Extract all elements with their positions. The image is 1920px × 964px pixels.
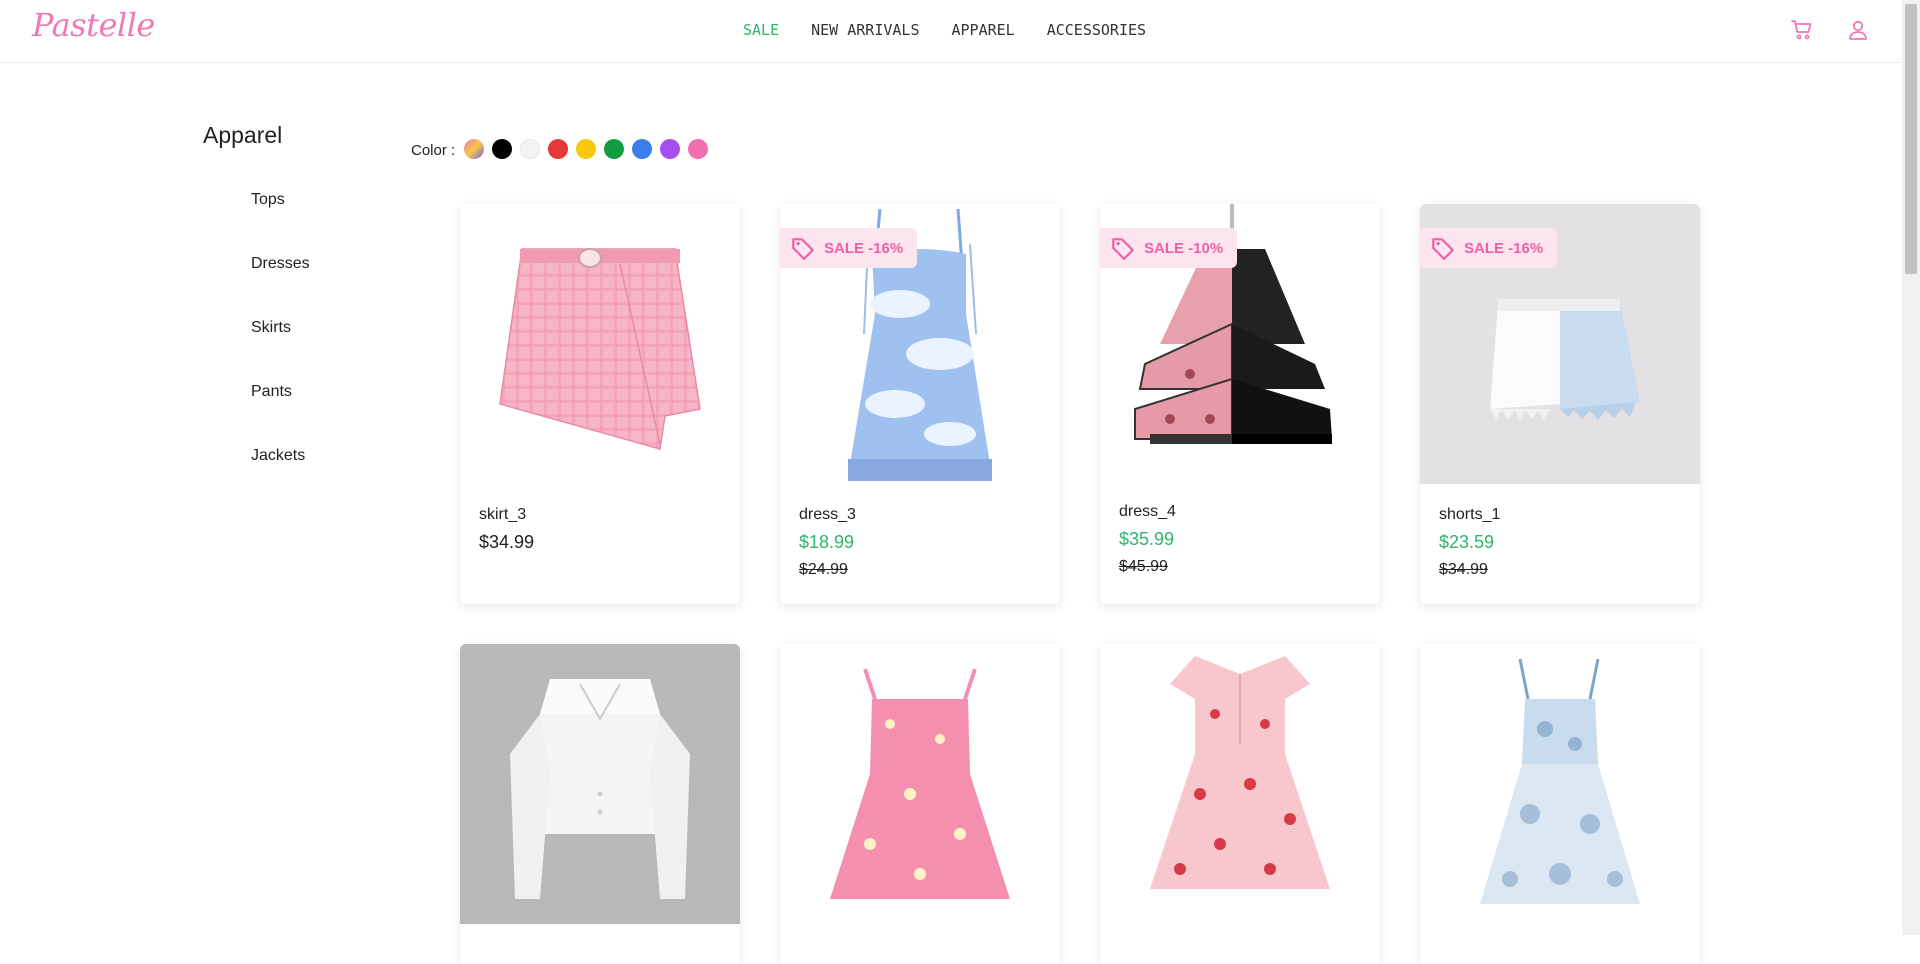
product-card[interactable]: SALE -10% dress_4 $35.99 $45.99 bbox=[1100, 204, 1380, 604]
color-swatch-multicolor[interactable] bbox=[464, 139, 484, 159]
color-swatch-pink[interactable] bbox=[688, 139, 708, 159]
sidebar-item-pants[interactable]: Pants bbox=[251, 383, 292, 401]
sale-badge: SALE -16% bbox=[780, 228, 918, 268]
user-icon[interactable] bbox=[1846, 18, 1870, 42]
sidebar-item-dresses[interactable]: Dresses bbox=[251, 255, 310, 273]
product-name[interactable]: shorts_1 bbox=[1439, 506, 1500, 524]
product-price: $34.99 bbox=[479, 532, 535, 552]
color-swatch-yellow[interactable] bbox=[576, 139, 596, 159]
product-image-blue-toile-dress bbox=[1420, 644, 1700, 924]
sale-badge: SALE -16% bbox=[1420, 228, 1558, 268]
sidebar-title: Apparel bbox=[203, 122, 283, 148]
sidebar-item-tops[interactable]: Tops bbox=[251, 191, 285, 209]
product-sale-price: $18.99 bbox=[799, 532, 855, 552]
tag-icon bbox=[1432, 238, 1454, 260]
product-original-price: $34.99 bbox=[1439, 561, 1488, 578]
scrollbar-thumb[interactable] bbox=[1905, 4, 1917, 274]
sale-badge-text: SALE -10% bbox=[1144, 239, 1224, 257]
product-card[interactable]: SALE -16% dress_3 $18.99 $24.99 bbox=[780, 204, 1060, 604]
product-original-price: $45.99 bbox=[1119, 558, 1168, 575]
sale-badge: SALE -10% bbox=[1100, 228, 1238, 268]
tag-icon bbox=[1112, 238, 1134, 260]
nav-sale[interactable]: SALE bbox=[743, 21, 779, 39]
color-swatch-red[interactable] bbox=[548, 139, 568, 159]
product-card[interactable]: SALE -16% shorts_1 $23.59 $34.99 bbox=[1420, 204, 1700, 604]
color-swatch-black[interactable] bbox=[492, 139, 512, 159]
main-nav: SALE NEW ARRIVALS APPAREL ACCESSORIES bbox=[743, 21, 1146, 39]
cart-icon[interactable] bbox=[1790, 18, 1814, 42]
page-scrollbar[interactable] bbox=[1902, 0, 1920, 935]
product-name[interactable]: skirt_3 bbox=[479, 506, 526, 524]
product-card[interactable]: skirt_3 $34.99 bbox=[460, 204, 740, 604]
nav-new-arrivals[interactable]: NEW ARRIVALS bbox=[811, 21, 919, 39]
product-original-price: $24.99 bbox=[799, 561, 848, 578]
sidebar-item-skirts[interactable]: Skirts bbox=[251, 319, 291, 337]
color-swatch-purple[interactable] bbox=[660, 139, 680, 159]
color-swatch-blue[interactable] bbox=[632, 139, 652, 159]
product-name[interactable]: dress_4 bbox=[1119, 503, 1176, 521]
sale-badge-text: SALE -16% bbox=[824, 239, 904, 257]
product-image-pink-skirt bbox=[460, 204, 740, 484]
nav-accessories[interactable]: ACCESSORIES bbox=[1047, 21, 1146, 39]
nav-apparel[interactable]: APPAREL bbox=[952, 21, 1015, 39]
product-image-strawberry-dress bbox=[1100, 644, 1380, 924]
top-navbar: Pastelle SALE NEW ARRIVALS APPAREL ACCES… bbox=[0, 0, 1902, 63]
product-image-white-blouse bbox=[460, 644, 740, 924]
brand-logo[interactable]: Pastelle bbox=[32, 6, 155, 44]
tag-icon bbox=[792, 238, 814, 260]
product-card[interactable] bbox=[460, 644, 740, 964]
product-card[interactable] bbox=[1100, 644, 1380, 964]
product-card[interactable] bbox=[1420, 644, 1700, 964]
sidebar-item-jackets[interactable]: Jackets bbox=[251, 447, 305, 465]
product-name[interactable]: dress_3 bbox=[799, 506, 856, 524]
color-swatch-green[interactable] bbox=[604, 139, 624, 159]
color-swatch-white[interactable] bbox=[520, 139, 540, 159]
sale-badge-text: SALE -16% bbox=[1464, 239, 1544, 257]
product-card[interactable] bbox=[780, 644, 1060, 964]
product-image-pink-daisy-dress bbox=[780, 644, 1060, 924]
product-sale-price: $23.59 bbox=[1439, 532, 1495, 552]
product-sale-price: $35.99 bbox=[1119, 529, 1175, 549]
color-filter-label: Color : bbox=[411, 142, 456, 159]
